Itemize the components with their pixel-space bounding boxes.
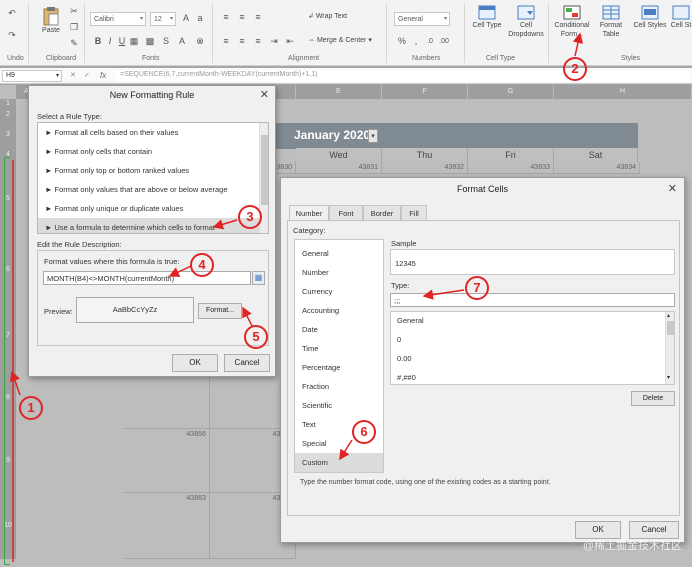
annotation-marker-7: 7 (465, 276, 489, 300)
annotation-marker-1: 1 (19, 396, 43, 420)
annotation-marker-6: 6 (352, 420, 376, 444)
annotation-arrow-3 (212, 219, 238, 230)
annotation-marker-5: 5 (244, 325, 268, 349)
annotation-arrow-5 (242, 306, 253, 327)
annotation-arrow-7 (422, 289, 465, 300)
annotation-marker-4: 4 (190, 253, 214, 277)
watermark: @稀土掘金技术社区 (582, 540, 682, 552)
annotation-marker-3: 3 (238, 205, 262, 229)
annotation-arrow-6 (339, 439, 353, 461)
annotation-marker-2: 2 (563, 57, 587, 81)
annotation-arrow-4 (168, 265, 192, 277)
annotation-arrows (9, 32, 584, 562)
annotation-arrow-2 (572, 32, 584, 57)
